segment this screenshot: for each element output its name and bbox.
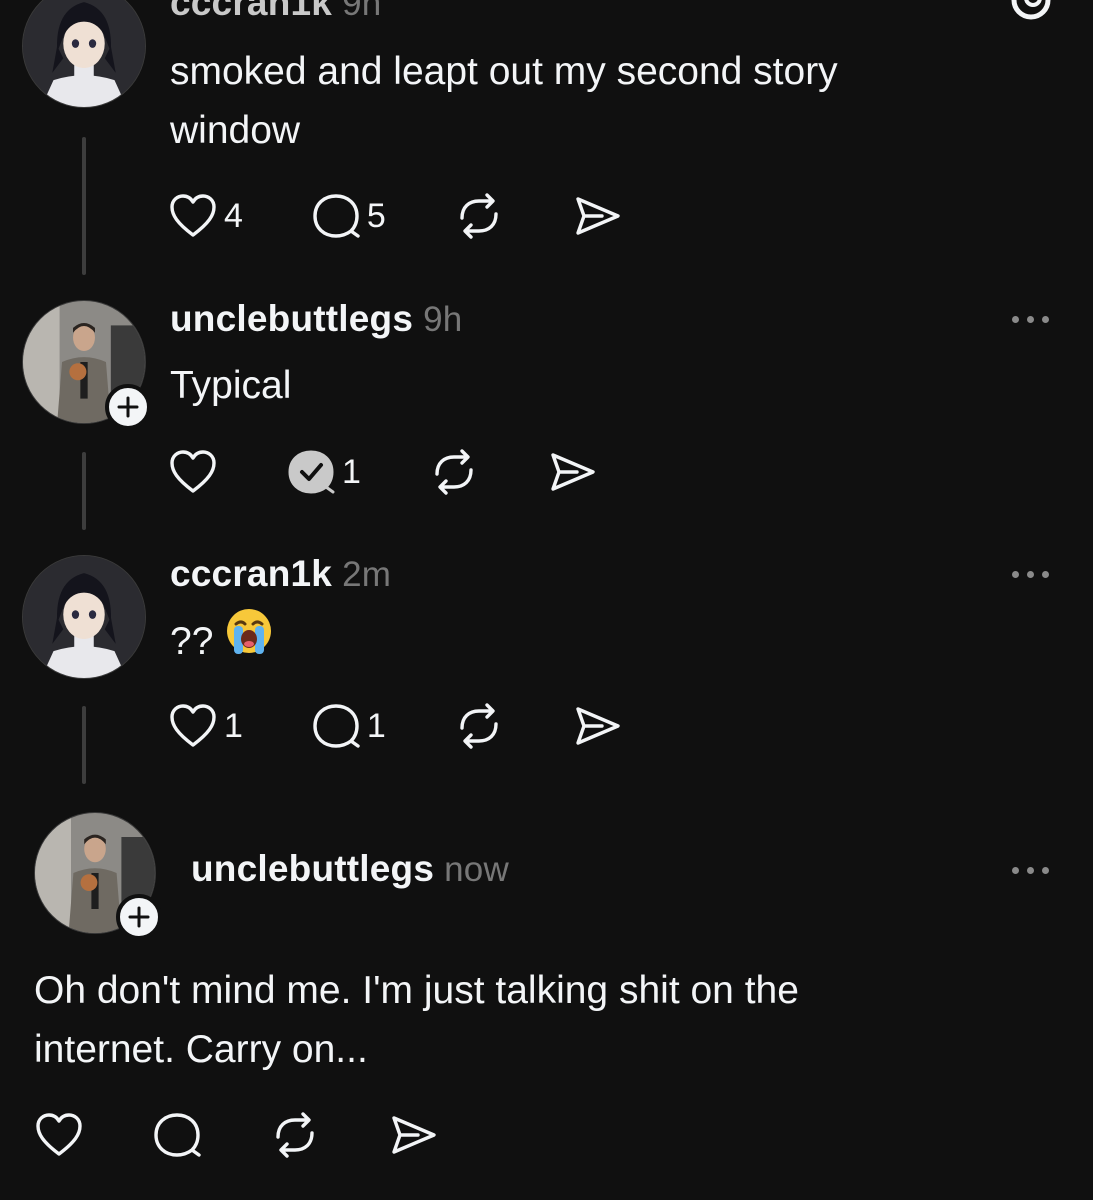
follow-button[interactable] (105, 384, 151, 430)
loudly-crying-face-icon (224, 606, 274, 673)
reply-count: 1 (342, 452, 361, 491)
like-button[interactable]: 1 (168, 703, 243, 749)
heart-icon (170, 704, 216, 747)
post-text: Typical (170, 364, 292, 407)
post-header: unclebuttlegs 9h (170, 298, 462, 340)
timestamp: 9h (423, 300, 463, 339)
reply-icon (313, 704, 360, 748)
reply-button[interactable]: 1 (286, 448, 361, 496)
heart-icon (170, 194, 216, 237)
repost-icon (435, 449, 473, 495)
follow-plus-icon (117, 396, 139, 418)
more-options-button[interactable] (1012, 316, 1049, 323)
repost-button[interactable] (454, 192, 504, 240)
post-header: cccran1k 2m (170, 553, 391, 595)
post-actions: 1 1 (168, 702, 622, 750)
heart-icon (170, 450, 216, 493)
anime-avatar-image (23, 556, 145, 678)
post-text: Oh don't mind me. I'm just talking shit … (34, 969, 799, 1071)
reply-button[interactable] (152, 1111, 202, 1159)
reply-count: 1 (366, 706, 386, 745)
thread-line (82, 706, 86, 784)
share-icon (392, 1116, 436, 1154)
timestamp: 2m (342, 555, 392, 594)
threads-logo-icon[interactable] (1008, 0, 1054, 30)
more-options-button[interactable] (1012, 867, 1049, 874)
share-icon (576, 197, 620, 235)
share-button[interactable] (572, 703, 622, 749)
share-button[interactable] (388, 1112, 438, 1158)
timestamp: now (444, 850, 509, 889)
share-button[interactable] (547, 449, 597, 495)
thread-line (82, 452, 86, 530)
reply-icon (313, 194, 360, 238)
follow-button[interactable] (116, 894, 162, 940)
like-count: 4 (224, 196, 243, 235)
post-actions: 4 5 (168, 192, 622, 240)
more-icon (1012, 867, 1019, 874)
repost-icon (460, 703, 498, 749)
username[interactable]: cccran1k (170, 553, 332, 594)
share-icon (576, 707, 620, 745)
reply-button[interactable]: 1 (311, 702, 386, 750)
more-options-button[interactable] (1012, 571, 1049, 578)
post-header: cccran1k 9h (170, 0, 381, 24)
like-button[interactable] (168, 449, 218, 495)
repost-button[interactable] (429, 448, 479, 496)
username[interactable]: unclebuttlegs (191, 848, 434, 889)
avatar-cccran1k[interactable] (22, 0, 146, 108)
repost-icon (276, 1112, 314, 1158)
reply-count: 5 (366, 196, 386, 235)
like-button[interactable] (34, 1112, 84, 1158)
post-actions (34, 1111, 438, 1159)
reply-button[interactable]: 5 (311, 192, 386, 240)
timestamp: 9h (342, 0, 382, 23)
like-button[interactable]: 4 (168, 193, 243, 239)
repost-icon (460, 193, 498, 239)
more-icon (1012, 571, 1019, 578)
username[interactable]: cccran1k (170, 0, 332, 23)
heart-icon (36, 1113, 82, 1156)
thread-line (82, 137, 86, 275)
post-text-row: ?? (170, 609, 274, 677)
repost-button[interactable] (270, 1111, 320, 1159)
post-header: unclebuttlegs now (191, 848, 509, 890)
share-button[interactable] (572, 193, 622, 239)
repost-button[interactable] (454, 702, 504, 750)
reply-icon (154, 1113, 201, 1157)
like-count: 1 (224, 706, 243, 745)
share-icon (551, 453, 595, 491)
username[interactable]: unclebuttlegs (170, 298, 413, 339)
post-text: smoked and leapt out my second story win… (170, 50, 838, 152)
follow-plus-icon (128, 906, 150, 928)
avatar-cccran1k[interactable] (22, 555, 146, 679)
post-actions: 1 (168, 448, 597, 496)
more-icon (1012, 316, 1019, 323)
reply-checked-icon (288, 450, 335, 494)
post-text: ?? (170, 619, 214, 663)
anime-avatar-image (23, 0, 145, 107)
